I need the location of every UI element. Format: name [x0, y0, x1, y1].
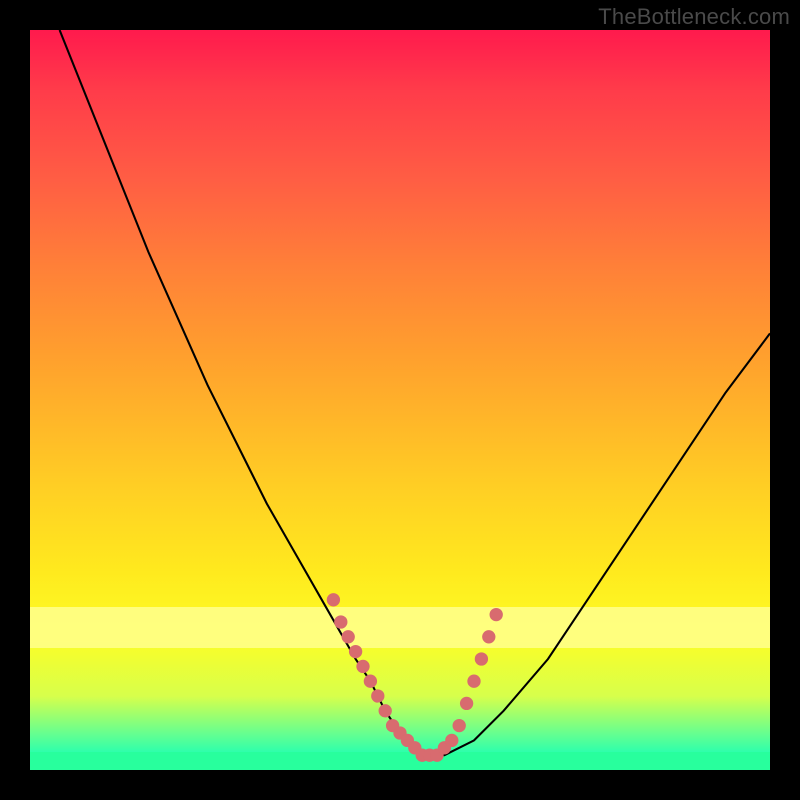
- curve-dot: [460, 697, 473, 710]
- curve-svg: [30, 30, 770, 770]
- bottleneck-curve-path: [60, 30, 770, 755]
- curve-dot: [334, 615, 347, 628]
- curve-dot: [356, 660, 369, 673]
- plot-area: [30, 30, 770, 770]
- curve-dot: [342, 630, 355, 643]
- curve-dot: [453, 719, 466, 732]
- chart-frame: TheBottleneck.com: [0, 0, 800, 800]
- curve-dot: [482, 630, 495, 643]
- curve-dot: [379, 704, 392, 717]
- curve-dot: [475, 652, 488, 665]
- curve-dot: [445, 734, 458, 747]
- curve-dot: [467, 675, 480, 688]
- curve-dot: [327, 593, 340, 606]
- watermark-text: TheBottleneck.com: [598, 4, 790, 30]
- curve-dot: [349, 645, 362, 658]
- curve-dot: [364, 675, 377, 688]
- curve-dot: [371, 689, 384, 702]
- curve-dot: [490, 608, 503, 621]
